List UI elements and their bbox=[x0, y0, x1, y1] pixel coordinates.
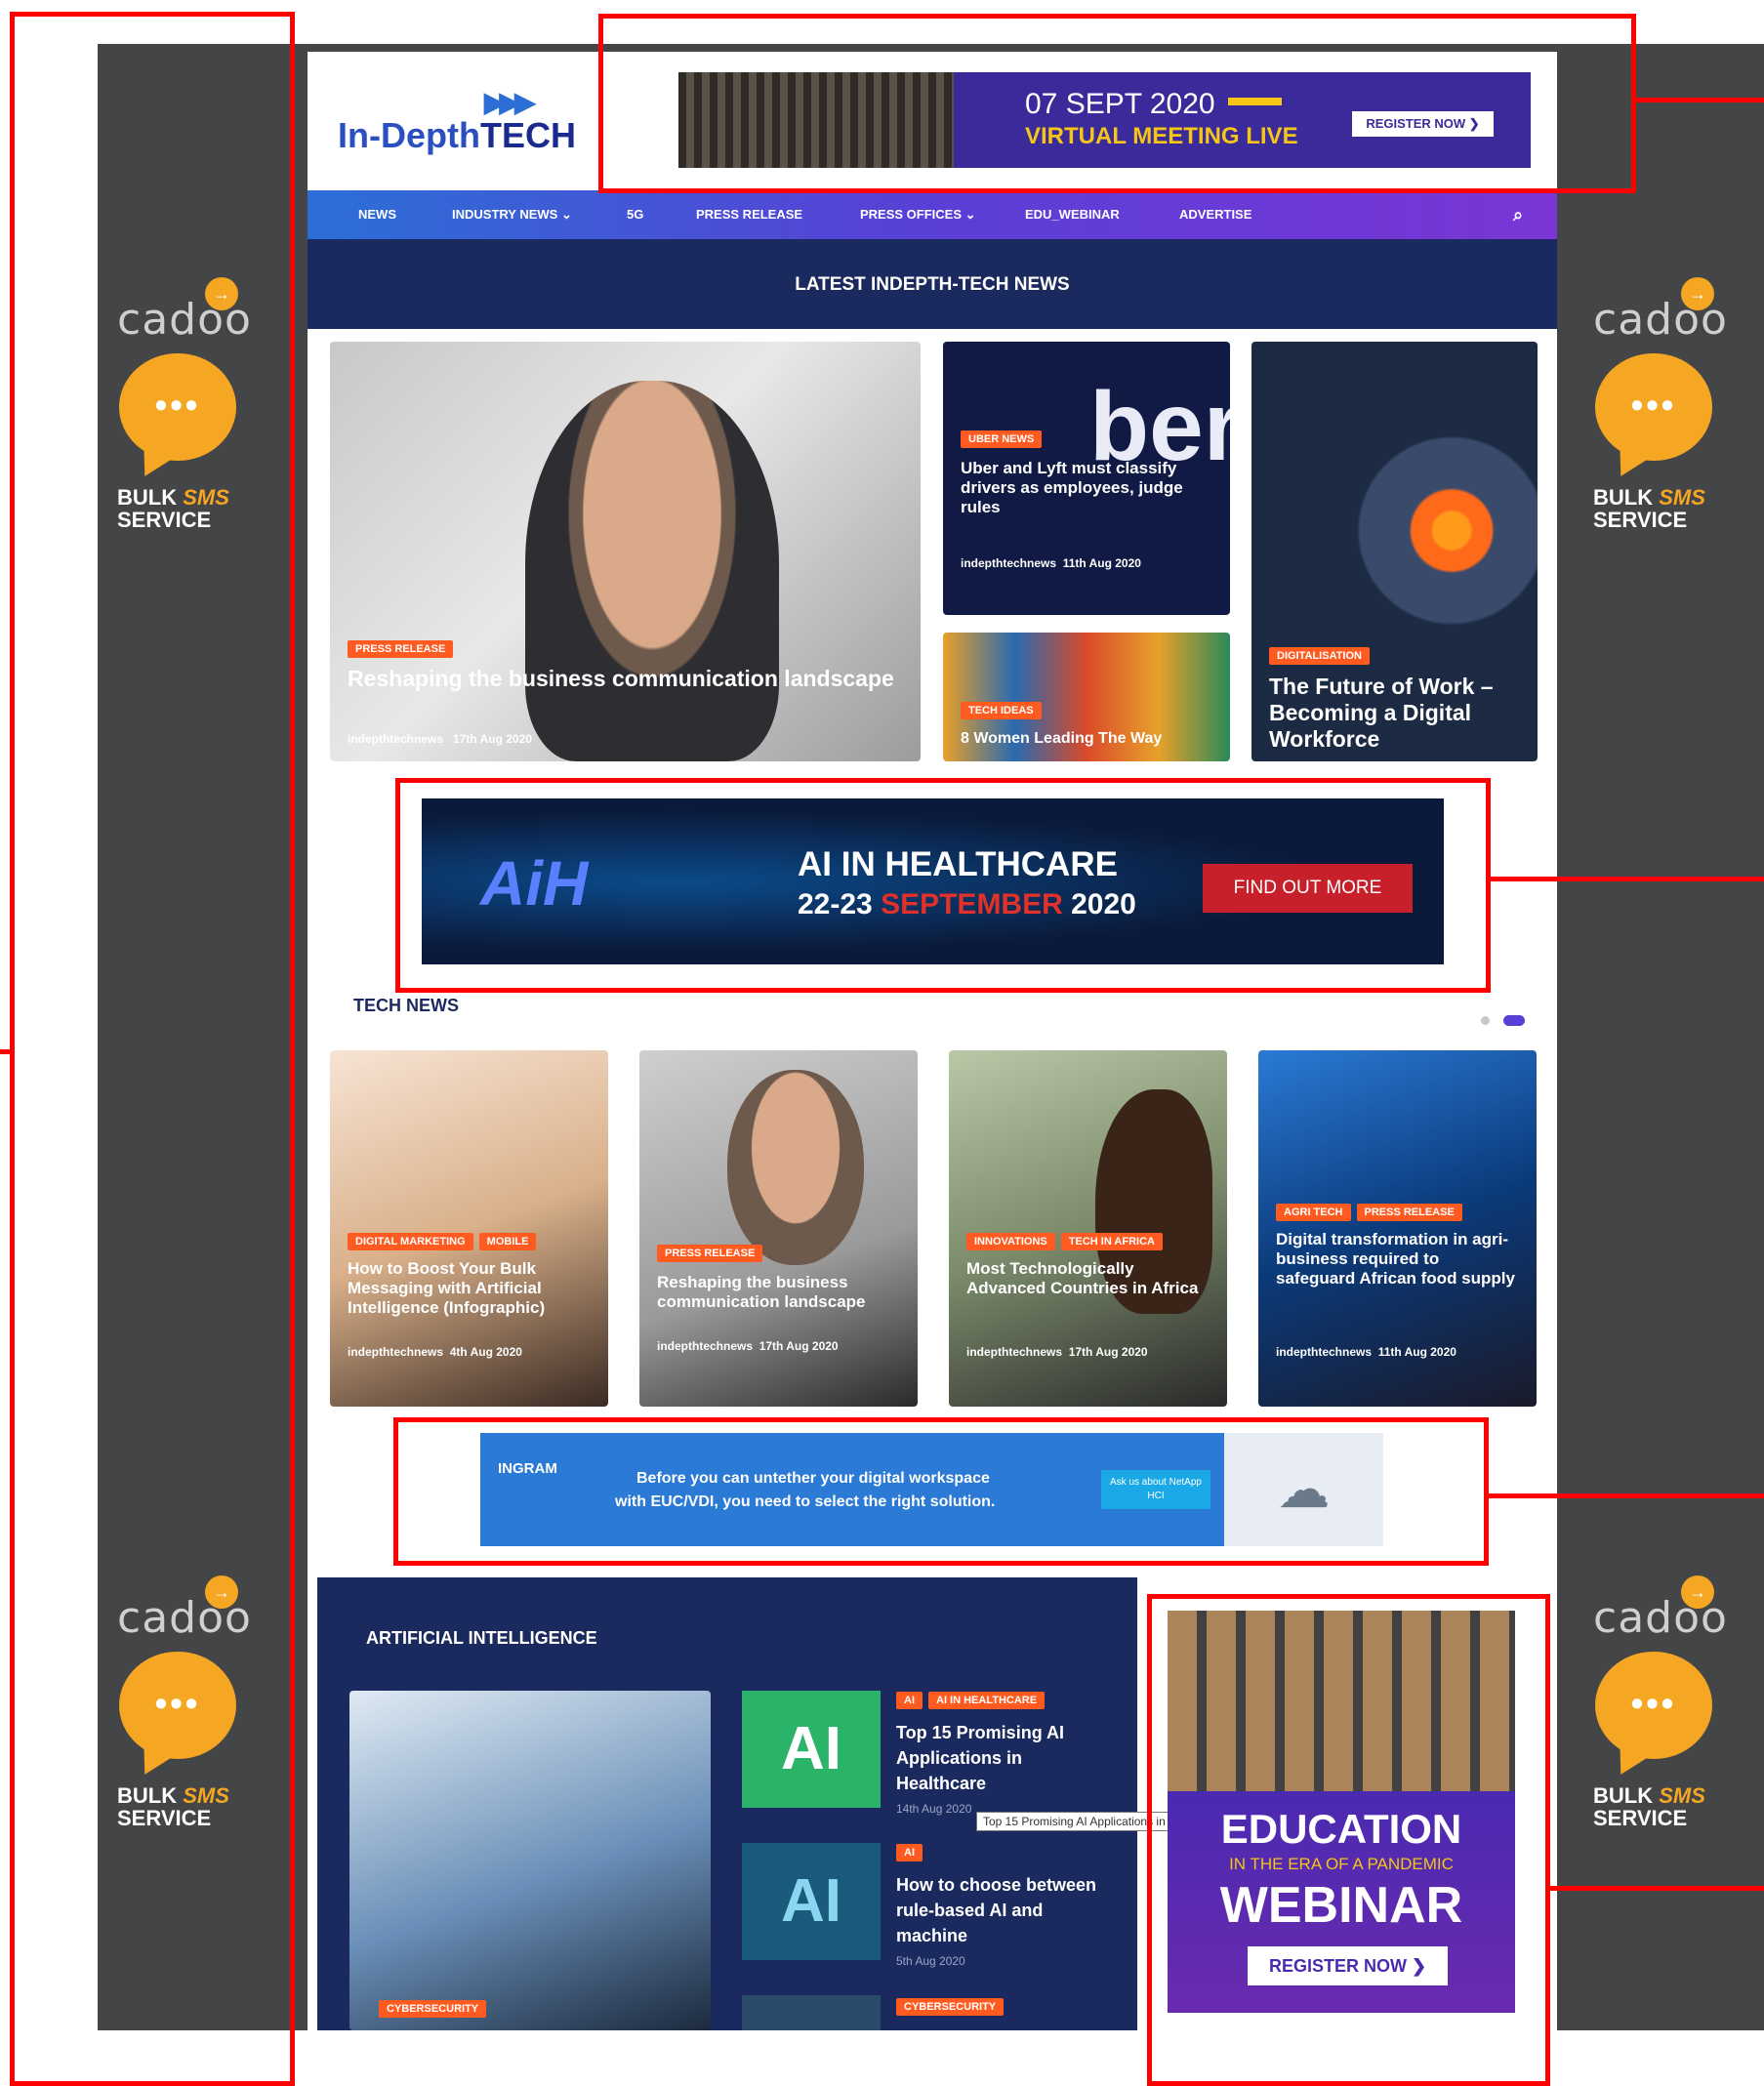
annotation-box-skin-left bbox=[10, 12, 295, 2086]
tag[interactable]: DIGITALISATION bbox=[1269, 647, 1370, 665]
tag[interactable]: AI IN HEALTHCARE bbox=[928, 1692, 1046, 1709]
nav-5g[interactable]: 5G bbox=[627, 190, 643, 239]
carousel-dot[interactable] bbox=[1481, 1016, 1490, 1025]
tag[interactable]: TECH IDEAS bbox=[961, 702, 1042, 719]
hero-uber-card[interactable]: ber UBER NEWS Uber and Lyft must classif… bbox=[943, 342, 1230, 615]
annotation-box-ai-banner bbox=[395, 778, 1491, 993]
site-logo[interactable]: ▶▶▶ In-DepthTECH bbox=[338, 86, 576, 159]
date: 11th Aug 2020 bbox=[1377, 1345, 1456, 1359]
annotation-leader-line bbox=[1550, 1886, 1764, 1891]
ai-list-item[interactable]: AI AI How to choose between rule-based A… bbox=[742, 1843, 1123, 1970]
date: 11th Aug 2020 bbox=[1062, 556, 1141, 570]
nav-advertise[interactable]: ADVERTISE bbox=[1179, 190, 1251, 239]
item-title[interactable]: How to choose between rule-based AI and … bbox=[896, 1872, 1101, 1948]
date: 4th Aug 2020 bbox=[449, 1345, 522, 1359]
ad-text-service: SERVICE bbox=[1593, 508, 1688, 532]
arrow-icon: → bbox=[1681, 277, 1714, 310]
tech-news-card[interactable]: AGRI TECH PRESS RELEASE Digital transform… bbox=[1258, 1050, 1537, 1407]
nav-news[interactable]: NEWS bbox=[358, 190, 396, 239]
tag[interactable]: MOBILE bbox=[478, 1233, 537, 1250]
nav-edu-webinar[interactable]: EDU_WEBINAR bbox=[1025, 190, 1120, 239]
ad-text: BULK bbox=[1593, 1783, 1660, 1808]
card-title[interactable]: The Future of Work – Becoming a Digital … bbox=[1269, 674, 1520, 753]
skin-ad-right-top[interactable]: cadoo → ••• BULK SMS SERVICE bbox=[1574, 266, 1759, 578]
hero-main-card[interactable]: PRESS RELEASE Reshaping the business com… bbox=[330, 342, 921, 761]
ai-section-heading: ARTIFICIAL INTELLIGENCE bbox=[366, 1628, 597, 1648]
annotation-leader-line bbox=[1489, 1493, 1764, 1498]
tag[interactable]: INNOVATIONS bbox=[966, 1233, 1055, 1250]
card-title[interactable]: Reshaping the business communication lan… bbox=[348, 666, 903, 692]
date: 17th Aug 2020 bbox=[759, 1339, 839, 1353]
tech-news-card[interactable]: DIGITAL MARKETING MOBILE How to Boost You… bbox=[330, 1050, 608, 1407]
annotation-leader-line bbox=[0, 1049, 10, 1054]
author: indepthtechnews bbox=[657, 1339, 754, 1353]
date: 17th Aug 2020 bbox=[453, 732, 532, 746]
annotation-box-ingram-banner bbox=[393, 1417, 1489, 1566]
author: indepthtechnews bbox=[966, 1345, 1063, 1359]
author: indepthtechnews bbox=[961, 556, 1057, 570]
nav-industry-news[interactable]: INDUSTRY NEWS ⌄ bbox=[452, 190, 572, 239]
item-date: 14th Aug 2020 bbox=[896, 1802, 972, 1816]
hero-women-card[interactable]: TECH IDEAS 8 Women Leading The Way bbox=[943, 633, 1230, 761]
annotation-box-edu-banner bbox=[1147, 1594, 1550, 2086]
skin-ad-right-bottom[interactable]: cadoo → ••• BULK SMS SERVICE bbox=[1574, 1564, 1759, 1876]
tag[interactable]: PRESS RELEASE bbox=[1356, 1204, 1462, 1221]
portrait-photo bbox=[727, 1070, 864, 1265]
chat-bubble-icon: ••• bbox=[1595, 1652, 1712, 1759]
tag[interactable]: AGRI TECH bbox=[1276, 1204, 1351, 1221]
section-title: LATEST INDEPTH-TECH NEWS bbox=[795, 274, 1070, 295]
ai-thumb: AI bbox=[742, 1843, 881, 1960]
card-title[interactable]: Digital transformation in agri-business … bbox=[1276, 1230, 1519, 1288]
chat-bubble-icon: ••• bbox=[1595, 353, 1712, 461]
portrait-photo bbox=[525, 381, 779, 761]
search-icon[interactable]: ⌕ bbox=[1479, 190, 1557, 239]
card-title[interactable]: Reshaping the business communication lan… bbox=[657, 1273, 900, 1312]
annotation-box-top-banner bbox=[598, 14, 1636, 193]
annotation-leader-line bbox=[1636, 98, 1764, 102]
ai-list-item[interactable]: CYBERSECURITY bbox=[742, 1995, 1123, 2030]
tag[interactable]: CYBERSECURITY bbox=[896, 1998, 1005, 2016]
ad-text-highlight: SMS bbox=[1659, 485, 1705, 510]
logo-arrows-icon: ▶▶▶ bbox=[484, 87, 536, 117]
item-date: 5th Aug 2020 bbox=[896, 1954, 965, 1968]
date: 17th Aug 2020 bbox=[1068, 1345, 1148, 1359]
card-title[interactable]: Most Technologically Advanced Countries … bbox=[966, 1259, 1210, 1298]
ai-list-item[interactable]: AI AI AI IN HEALTHCARE Top 15 Promising A… bbox=[742, 1691, 1123, 1818]
author: indepthtechnews bbox=[348, 732, 444, 746]
tag[interactable]: CYBERSECURITY bbox=[379, 2000, 487, 2018]
tag[interactable]: PRESS RELEASE bbox=[657, 1245, 763, 1262]
card-title[interactable]: 8 Women Leading The Way bbox=[961, 730, 1212, 748]
carousel-dot-active[interactable] bbox=[1503, 1015, 1525, 1026]
card-title[interactable]: Uber and Lyft must classify drivers as e… bbox=[961, 459, 1212, 517]
arrow-icon: → bbox=[1681, 1575, 1714, 1609]
author: indepthtechnews bbox=[348, 1345, 444, 1359]
nav-press-release[interactable]: PRESS RELEASE bbox=[696, 190, 802, 239]
ad-text: BULK bbox=[1593, 485, 1660, 510]
hero-work-card[interactable]: DIGITALISATION The Future of Work – Beco… bbox=[1251, 342, 1538, 761]
card-title[interactable]: How to Boost Your Bulk Messaging with Ar… bbox=[348, 1259, 591, 1318]
ai-thumb: AI bbox=[742, 1691, 881, 1808]
ai-thumb bbox=[742, 1995, 881, 2030]
ad-text-highlight: SMS bbox=[1659, 1783, 1705, 1808]
author: indepthtechnews bbox=[1276, 1345, 1373, 1359]
logo-text: In-Depth bbox=[338, 115, 480, 155]
ai-main-card[interactable]: CYBERSECURITY bbox=[349, 1691, 711, 2030]
logo-text-bold: TECH bbox=[479, 115, 576, 155]
item-title[interactable]: Top 15 Promising AI Applications in Heal… bbox=[896, 1720, 1101, 1796]
tech-news-heading: TECH NEWS bbox=[353, 996, 459, 1015]
annotation-leader-line bbox=[1491, 877, 1764, 881]
tag[interactable]: PRESS RELEASE bbox=[348, 640, 454, 658]
main-navigation: NEWS INDUSTRY NEWS ⌄ 5G PRESS RELEASE PR… bbox=[308, 190, 1557, 239]
tag[interactable]: TECH IN AFRICA bbox=[1060, 1233, 1163, 1250]
tech-news-card[interactable]: INNOVATIONS TECH IN AFRICA Most Technolog… bbox=[949, 1050, 1227, 1407]
nav-press-offices[interactable]: PRESS OFFICES ⌄ bbox=[860, 190, 976, 239]
tag[interactable]: AI bbox=[896, 1692, 923, 1709]
tech-news-card[interactable]: PRESS RELEASE Reshaping the business com… bbox=[639, 1050, 918, 1407]
tag[interactable]: DIGITAL MARKETING bbox=[348, 1233, 473, 1250]
latest-news-header: LATEST INDEPTH-TECH NEWS bbox=[308, 239, 1557, 329]
ad-text-service: SERVICE bbox=[1593, 1806, 1688, 1830]
tag[interactable]: AI bbox=[896, 1844, 923, 1861]
tag[interactable]: UBER NEWS bbox=[961, 430, 1043, 448]
